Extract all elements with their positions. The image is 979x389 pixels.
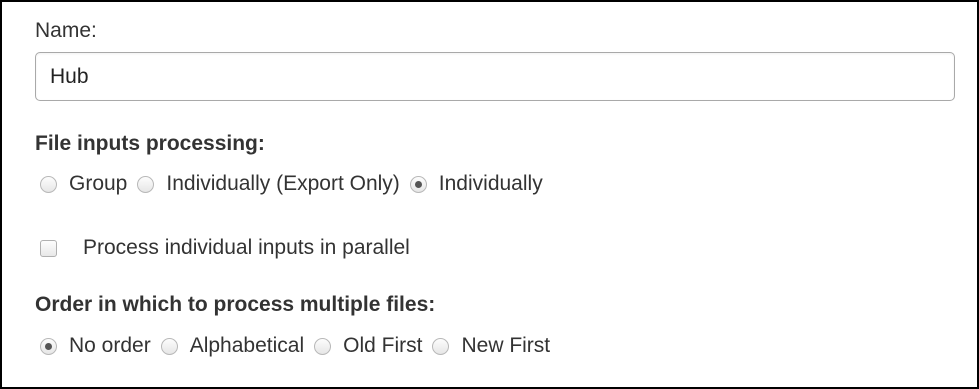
name-input[interactable] [35,52,955,101]
name-label: Name: [35,19,97,42]
file-inputs-title: File inputs processing: [35,132,265,155]
radio-option-new-first[interactable]: New First [432,334,550,358]
radio-option-alphabetical[interactable]: Alphabetical [160,334,305,358]
radio-icon[interactable] [160,337,178,355]
radio-option-group[interactable]: Group [40,172,127,196]
radio-label-individually: Individually [438,172,543,195]
radio-option-individually-export-only[interactable]: Individually (Export Only) [137,172,400,196]
settings-panel: Name: File inputs processing: Group Indi… [0,0,979,389]
parallel-checkbox-row[interactable]: Process individual inputs in parallel [40,236,410,260]
radio-option-old-first[interactable]: Old First [314,334,422,358]
radio-checked-icon[interactable] [40,337,57,355]
radio-option-no-order[interactable]: No order [40,334,151,358]
order-title: Order in which to process multiple files… [35,293,436,316]
radio-label-new-first: New First [461,334,551,357]
radio-icon[interactable] [40,175,57,193]
radio-icon[interactable] [137,175,155,193]
radio-option-individually[interactable]: Individually [409,172,543,196]
radio-label-no-order: No order [69,334,151,357]
checkbox-icon[interactable] [40,239,57,257]
radio-icon[interactable] [432,337,450,355]
radio-label-group: Group [69,172,128,195]
radio-label-alphabetical: Alphabetical [189,334,305,357]
file-inputs-radio-group: Group Individually (Export Only) Individ… [40,172,553,196]
radio-label-individually-export-only: Individually (Export Only) [166,172,400,195]
radio-icon[interactable] [314,337,332,355]
order-radio-group: No order Alphabetical Old First New Firs… [40,334,560,358]
radio-label-old-first: Old First [343,334,423,357]
radio-checked-icon[interactable] [409,175,427,193]
parallel-checkbox-label: Process individual inputs in parallel [83,236,410,259]
